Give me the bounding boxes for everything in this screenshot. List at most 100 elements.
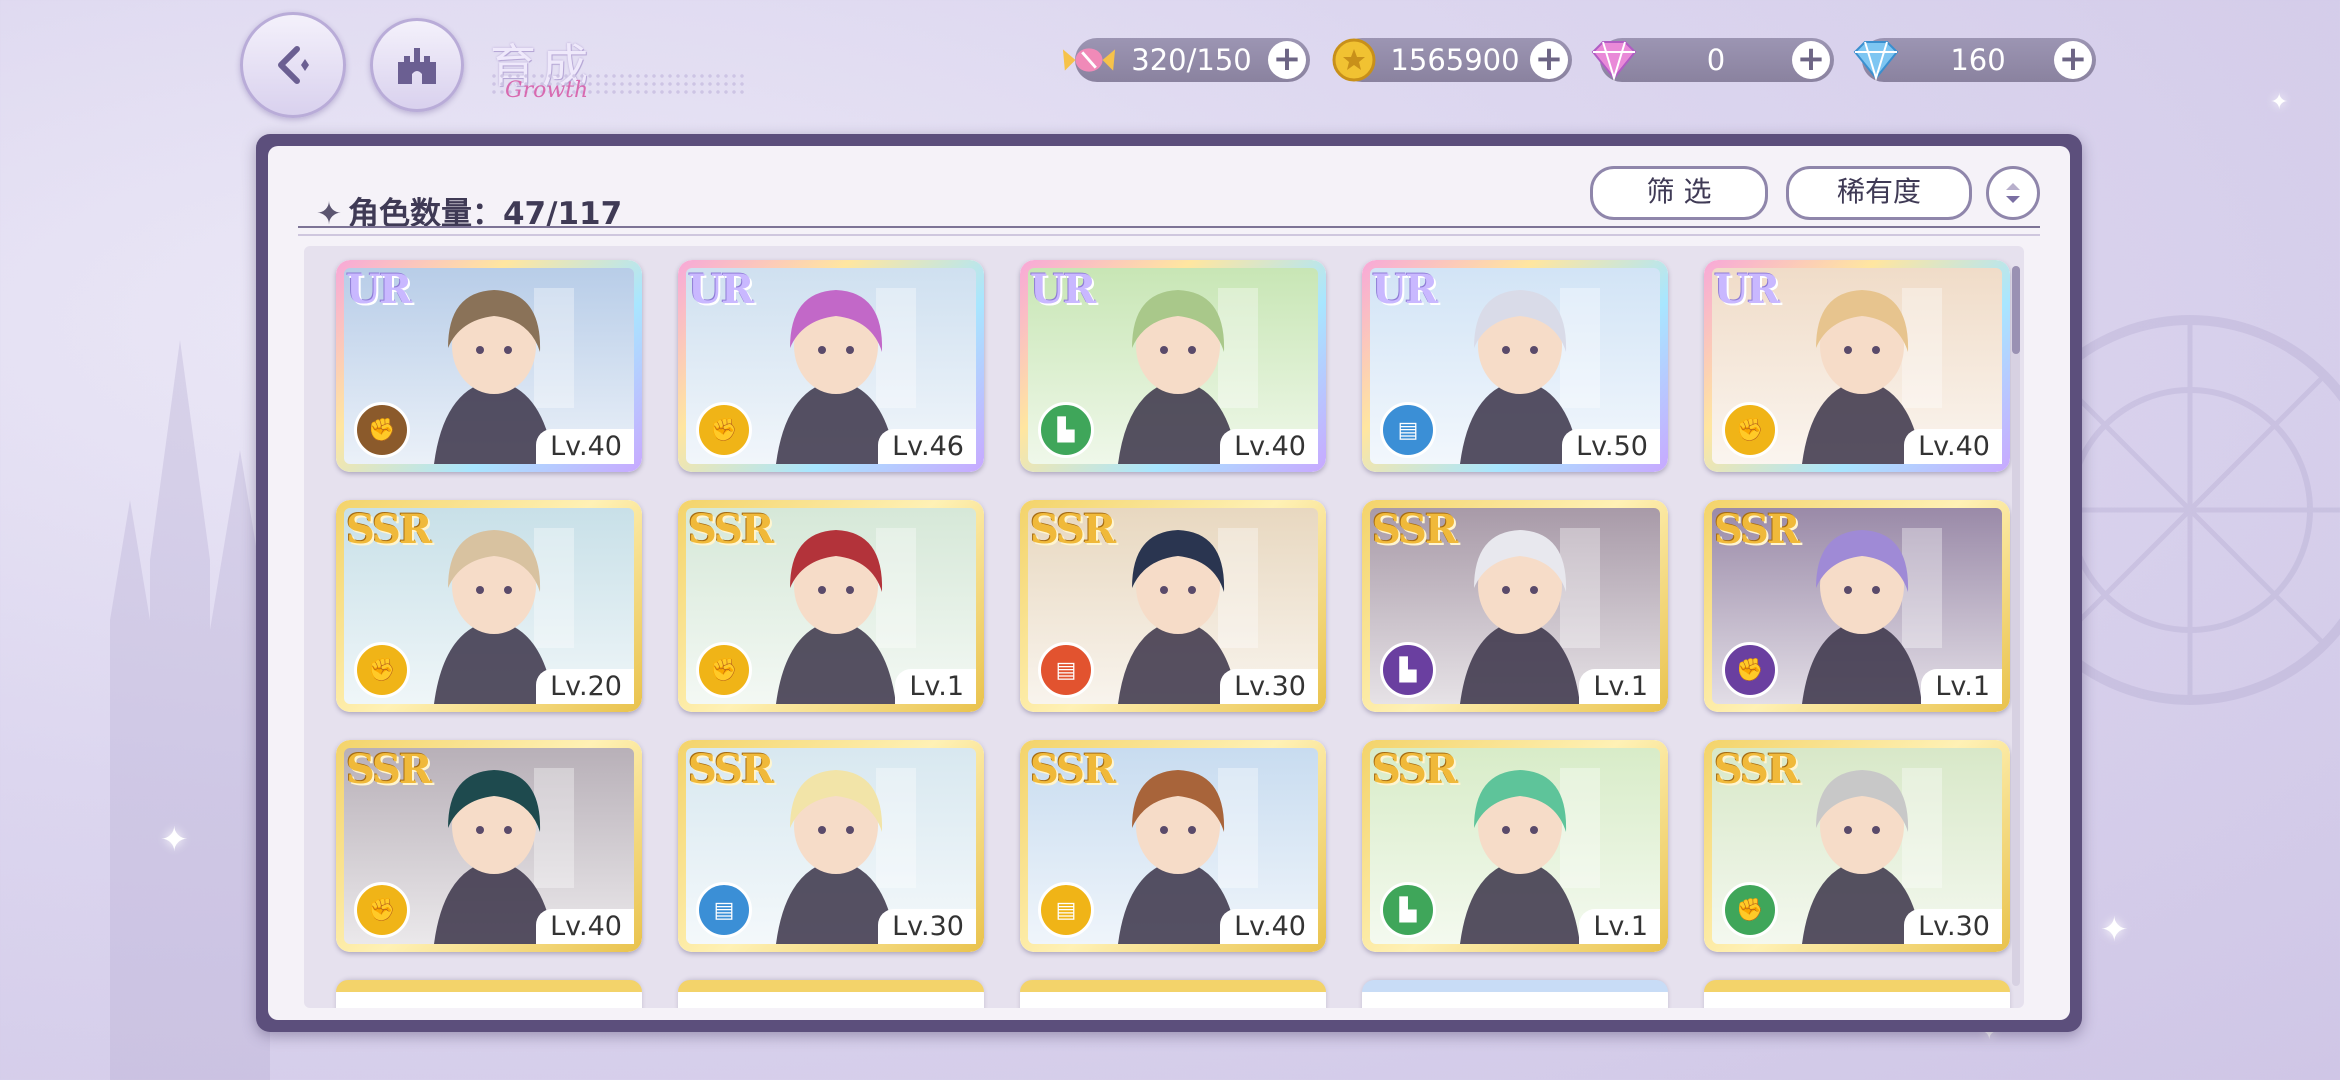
add-paid-gem-button[interactable]: + (1792, 41, 1830, 79)
character-card-partial[interactable] (678, 980, 984, 1008)
book-icon: ▤ (1038, 882, 1094, 938)
character-card[interactable]: SSR ✊ Lv.20 (336, 500, 642, 712)
level-label: Lv.40 (536, 429, 634, 464)
character-card[interactable]: SSR ▤ Lv.40 (1020, 740, 1326, 952)
fist-icon: ✊ (696, 402, 752, 458)
character-grid[interactable]: UR ✊ Lv.40 UR ✊ Lv.46 UR ▙ Lv.40 UR ▤ Lv.50 UR ✊ Lv.40… (304, 246, 2024, 1008)
level-label: Lv.1 (895, 669, 976, 704)
rarity-badge: UR (1714, 266, 1780, 313)
rarity-badge: SSR (1030, 506, 1116, 553)
back-arrow-icon (278, 46, 309, 84)
book-icon: ▤ (1380, 402, 1436, 458)
character-card[interactable]: SSR ✊ Lv.1 (678, 500, 984, 712)
book-icon: ▤ (696, 882, 752, 938)
rarity-badge: SSR (1372, 506, 1458, 553)
resource-gold: 1565900 + (1332, 38, 1572, 82)
home-button[interactable] (370, 18, 464, 112)
rarity-badge: SSR (346, 746, 432, 793)
rarity-badge: SSR (688, 746, 774, 793)
character-card[interactable]: SSR ▙ Lv.1 (1362, 500, 1668, 712)
book-icon: ▤ (1038, 642, 1094, 698)
resource-paid-gem: 0 + (1591, 38, 1834, 82)
resource-stamina: 320/150 + (1062, 38, 1310, 82)
scrollbar-track[interactable] (2012, 266, 2020, 986)
castle-icon (398, 48, 436, 84)
rarity-badge: SSR (346, 506, 432, 553)
fist-icon: ✊ (1722, 882, 1778, 938)
add-gold-button[interactable]: + (1530, 41, 1568, 79)
level-label: Lv.40 (1220, 429, 1318, 464)
sparkle-icon: ✦ (2270, 90, 2289, 115)
card-frame (1704, 980, 2010, 992)
level-label: Lv.30 (878, 909, 976, 944)
header-divider (298, 226, 2040, 236)
level-label: Lv.30 (1904, 909, 2002, 944)
card-frame (336, 980, 642, 992)
character-card[interactable]: SSR ▙ Lv.1 (1362, 740, 1668, 952)
boot-icon: ▙ (1038, 402, 1094, 458)
character-card[interactable]: UR ✊ Lv.40 (1704, 260, 2010, 472)
character-card-partial[interactable] (1362, 980, 1668, 1008)
rarity-badge: UR (346, 266, 412, 313)
card-frame (1362, 980, 1668, 992)
boot-icon: ▙ (1380, 882, 1436, 938)
pink-diamond-icon (1586, 32, 1642, 88)
back-button[interactable] (240, 12, 346, 118)
character-card[interactable]: UR ✊ Lv.46 (678, 260, 984, 472)
level-label: Lv.40 (1904, 429, 2002, 464)
level-label: Lv.40 (536, 909, 634, 944)
sparkle-icon: ✦ (160, 820, 189, 860)
rarity-badge: SSR (1372, 746, 1458, 793)
character-card[interactable]: SSR ✊ Lv.40 (336, 740, 642, 952)
rarity-badge: SSR (1030, 746, 1116, 793)
scrollbar-thumb[interactable] (2012, 266, 2020, 354)
fist-icon: ✊ (696, 642, 752, 698)
fist-icon: ✊ (354, 882, 410, 938)
level-label: Lv.1 (1921, 669, 2002, 704)
resource-free-gem: 160 + (1853, 38, 2096, 82)
level-label: Lv.1 (1579, 669, 1660, 704)
character-panel: ✦ 角色数量：47/117 筛 选 稀有度 UR ✊ Lv.40 UR ✊ Lv.46 UR ▙… (256, 134, 2082, 1032)
character-card[interactable]: SSR ✊ Lv.1 (1704, 500, 2010, 712)
character-card-partial[interactable] (336, 980, 642, 1008)
sort-rarity-button[interactable]: 稀有度 (1786, 166, 1972, 220)
card-frame (1020, 980, 1326, 992)
add-stamina-button[interactable]: + (1268, 41, 1306, 79)
character-panel-inner: ✦ 角色数量：47/117 筛 选 稀有度 UR ✊ Lv.40 UR ✊ Lv.46 UR ▙… (268, 146, 2070, 1020)
candy-icon (1061, 32, 1117, 88)
fist-icon: ✊ (354, 402, 410, 458)
character-card-partial[interactable] (1704, 980, 2010, 1008)
fist-icon: ✊ (354, 642, 410, 698)
level-label: Lv.46 (878, 429, 976, 464)
filter-button[interactable]: 筛 选 (1590, 166, 1768, 220)
level-label: Lv.50 (1562, 429, 1660, 464)
rarity-badge: SSR (1714, 506, 1800, 553)
add-free-gem-button[interactable]: + (2054, 41, 2092, 79)
rarity-badge: UR (1372, 266, 1438, 313)
character-card[interactable]: UR ▤ Lv.50 (1362, 260, 1668, 472)
character-card[interactable]: SSR ▤ Lv.30 (1020, 500, 1326, 712)
level-label: Lv.40 (1220, 909, 1318, 944)
level-label: Lv.1 (1579, 909, 1660, 944)
blue-diamond-icon (1848, 32, 1904, 88)
level-label: Lv.20 (536, 669, 634, 704)
character-card-partial[interactable] (1020, 980, 1326, 1008)
card-frame (678, 980, 984, 992)
character-card[interactable]: UR ✊ Lv.40 (336, 260, 642, 472)
character-card[interactable]: UR ▙ Lv.40 (1020, 260, 1326, 472)
fist-icon: ✊ (1722, 642, 1778, 698)
rarity-badge: SSR (688, 506, 774, 553)
sort-order-button[interactable] (1986, 166, 2040, 220)
rarity-badge: SSR (1714, 746, 1800, 793)
fist-icon: ✊ (1722, 402, 1778, 458)
character-card[interactable]: SSR ▤ Lv.30 (678, 740, 984, 952)
boot-icon: ▙ (1380, 642, 1436, 698)
rarity-badge: UR (688, 266, 754, 313)
sort-direction-icon (2006, 183, 2020, 203)
level-label: Lv.30 (1220, 669, 1318, 704)
title-script: Growth (505, 78, 589, 103)
character-card[interactable]: SSR ✊ Lv.30 (1704, 740, 2010, 952)
rarity-badge: UR (1030, 266, 1096, 313)
sparkle-icon: ✦ (2100, 910, 2129, 950)
coin-icon (1326, 32, 1382, 88)
